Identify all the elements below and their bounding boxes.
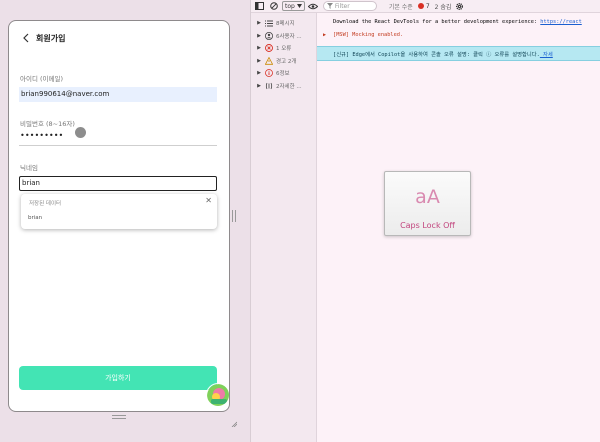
expand-arrow-icon: ▶ bbox=[257, 20, 261, 26]
password-field[interactable]: ••••••••• bbox=[20, 131, 63, 140]
error-icon bbox=[264, 44, 273, 53]
expand-arrow-icon: ▶ bbox=[257, 33, 261, 39]
sidebar-item-label: 8메시지 bbox=[276, 21, 295, 27]
message-text: [MSW] Mocking enabled. bbox=[333, 32, 404, 38]
list-icon bbox=[264, 19, 273, 28]
back-button[interactable] bbox=[18, 31, 32, 45]
chevron-left-icon bbox=[22, 33, 28, 43]
expand-arrow-icon: ▶ bbox=[323, 32, 327, 38]
sidebar-item-label: 6정보 bbox=[276, 71, 290, 77]
message-text: Download the React DevTools for a better… bbox=[333, 19, 541, 25]
clear-console-icon[interactable] bbox=[268, 1, 279, 12]
issues-count: 7 bbox=[425, 2, 430, 10]
expand-arrow-icon: ▶ bbox=[257, 70, 261, 76]
resize-grip-icon bbox=[231, 421, 238, 428]
expand-arrow-icon: ▶ bbox=[257, 58, 261, 64]
sidebar-item-warnings[interactable]: ▶ 경고 2개 bbox=[251, 55, 317, 67]
context-value: top bbox=[285, 2, 295, 10]
message-text: [신규] Edge에서 Copilot을 사용하여 콘솔 오류 설명: 클릭 ⓘ… bbox=[333, 52, 540, 58]
autofill-dropdown: 저장된 데이터 ✕ brian bbox=[21, 194, 217, 229]
resize-handle-bottom[interactable] bbox=[112, 415, 126, 419]
autofill-header: 저장된 데이터 bbox=[29, 201, 62, 207]
sidebar-item-label: 6사용자 ... bbox=[276, 34, 302, 40]
log-levels-dropdown[interactable]: 기본 수준 bbox=[389, 2, 413, 11]
react-devtools-link[interactable]: https://react bbox=[540, 19, 581, 25]
expand-arrow-icon: ▶ bbox=[257, 83, 261, 89]
autofill-suggestion[interactable]: brian bbox=[28, 215, 42, 221]
nickname-field[interactable]: brian bbox=[19, 176, 217, 191]
console-toolbar: top Filter 기본 수준 7 2 숨김 bbox=[251, 0, 600, 13]
signup-submit-button[interactable]: 가입하기 bbox=[19, 366, 217, 390]
resize-corner-grip[interactable] bbox=[231, 412, 238, 428]
nickname-label: 닉네임 bbox=[20, 164, 38, 172]
issues-counter[interactable]: 7 bbox=[417, 2, 430, 10]
hidden-messages-count: 2 숨김 bbox=[434, 3, 452, 11]
eye-icon[interactable] bbox=[308, 1, 319, 12]
sidebar-item-label: 1 오류 bbox=[276, 46, 292, 52]
warning-icon bbox=[264, 57, 273, 66]
info-icon bbox=[264, 69, 273, 78]
console-message-copilot: [신규] Edge에서 Copilot을 사용하여 콘솔 오류 설명: 클릭 ⓘ… bbox=[317, 46, 600, 61]
context-selector[interactable]: top bbox=[282, 1, 305, 11]
device-emulator-pane: 회원가입 아이디 (이메일) brian990614@naver.com 비밀번… bbox=[0, 0, 250, 442]
console-message-react-devtools: Download the React DevTools for a better… bbox=[317, 19, 600, 25]
touch-cursor bbox=[75, 127, 86, 138]
console-message-msw[interactable]: ▶ [MSW] Mocking enabled. bbox=[317, 32, 600, 38]
password-underline bbox=[19, 145, 217, 146]
filter-placeholder: Filter bbox=[334, 2, 350, 10]
id-label: 아이디 (이메일) bbox=[20, 75, 64, 83]
sidebar-item-verbose[interactable]: ▶ 2자세한 ... bbox=[251, 80, 317, 92]
sidebar-item-user-messages[interactable]: ▶ 6사용자 ... bbox=[251, 30, 317, 42]
sidebar-item-errors[interactable]: ▶ 1 오류 bbox=[251, 42, 317, 54]
caps-lock-label: Caps Lock Off bbox=[400, 221, 455, 230]
learn-more-link[interactable]: 자세 bbox=[540, 52, 553, 58]
filter-icon bbox=[326, 3, 333, 9]
sidebar-toggle-icon[interactable] bbox=[254, 1, 265, 12]
sidebar-item-label: 경고 2개 bbox=[276, 59, 297, 65]
id-field[interactable]: brian990614@naver.com bbox=[19, 87, 217, 102]
gear-icon[interactable] bbox=[454, 1, 465, 12]
console-sidebar: ▶ 8메시지 ▶ 6사용자 ... ▶ 1 오류 ▶ 경고 2개 ▶ 6정보 ▶… bbox=[251, 13, 317, 442]
signup-screen: 회원가입 아이디 (이메일) brian990614@naver.com 비밀번… bbox=[8, 20, 230, 412]
user-icon bbox=[264, 32, 273, 41]
sidebar-item-messages[interactable]: ▶ 8메시지 bbox=[251, 17, 317, 29]
filter-input[interactable]: Filter bbox=[322, 1, 377, 11]
expand-arrow-icon: ▶ bbox=[257, 45, 261, 51]
caps-lock-indicator: aA Caps Lock Off bbox=[384, 171, 471, 236]
floating-app-icon[interactable] bbox=[206, 383, 229, 407]
page-title: 회원가입 bbox=[36, 33, 66, 43]
verbose-icon bbox=[264, 82, 273, 91]
dropdown-arrow-icon bbox=[296, 4, 302, 8]
resize-handle-side[interactable] bbox=[232, 210, 236, 222]
close-icon[interactable]: ✕ bbox=[205, 196, 212, 205]
caps-lock-glyph: aA bbox=[415, 186, 440, 208]
app-logo-icon bbox=[207, 384, 229, 406]
issue-dot-icon bbox=[417, 3, 424, 9]
password-label: 비밀번호 (8~16자) bbox=[20, 120, 75, 128]
sidebar-item-label: 2자세한 ... bbox=[276, 84, 302, 90]
signup-header: 회원가입 bbox=[9, 21, 229, 55]
sidebar-item-info[interactable]: ▶ 6정보 bbox=[251, 67, 317, 79]
